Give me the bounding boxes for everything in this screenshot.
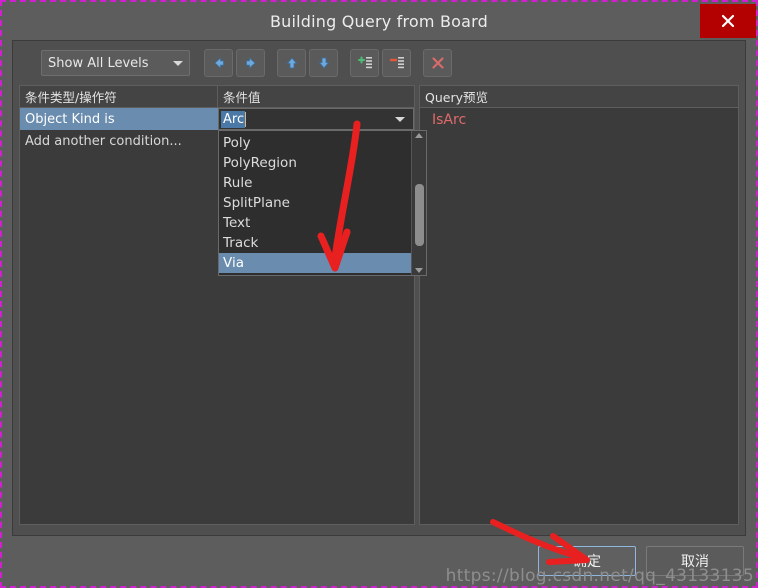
add-another-condition-cell[interactable]: Add another condition...	[20, 130, 218, 152]
list-item-selected[interactable]: Via	[219, 253, 411, 273]
scrollbar-thumb[interactable]	[414, 184, 424, 246]
arrow-right-icon	[245, 57, 256, 69]
dialog-window: Building Query from Board Show All Level…	[2, 2, 756, 586]
chevron-down-icon	[173, 60, 183, 66]
close-icon	[721, 14, 735, 28]
text-caret	[245, 111, 247, 127]
object-kind-value: Arc	[221, 110, 246, 128]
remove-list-icon	[389, 57, 404, 69]
level-filter-value: Show All Levels	[48, 55, 149, 71]
scrollbar-track[interactable]	[412, 138, 426, 268]
arrow-down-icon	[318, 57, 329, 69]
query-expression: IsArc	[432, 112, 467, 128]
panels-row: 条件类型/操作符 条件值 Object Kind is Arc Add anot…	[19, 85, 739, 525]
conditions-header: 条件类型/操作符 条件值	[20, 86, 414, 108]
level-filter-select[interactable]: Show All Levels	[41, 50, 190, 76]
query-preview-panel: Query预览 IsArc	[419, 85, 739, 525]
page-title: Building Query from Board	[269, 11, 489, 31]
object-kind-combo-input[interactable]: Arc	[218, 108, 414, 130]
add-condition-button[interactable]	[350, 49, 379, 77]
column-header-condition-value[interactable]: 条件值	[218, 86, 414, 107]
chevron-down-icon[interactable]	[395, 116, 405, 122]
footer: 确定 取消	[2, 536, 756, 586]
clear-all-button[interactable]	[423, 49, 452, 77]
arrow-left-icon	[213, 57, 224, 69]
move-down-button[interactable]	[309, 49, 338, 77]
toolbar: Show All Levels	[13, 41, 745, 85]
scroll-down-arrow-icon[interactable]	[415, 268, 423, 273]
move-right-button[interactable]	[236, 49, 265, 77]
list-item[interactable]: Track	[219, 233, 411, 253]
x-icon	[431, 57, 444, 69]
list-item[interactable]: Rule	[219, 173, 411, 193]
dialog-body: Show All Levels 条件类型/操作符 条件值 Object Kind…	[12, 40, 746, 536]
object-kind-dropdown[interactable]: Poly PolyRegion Rule SplitPlane Text Tra…	[218, 130, 427, 276]
ok-button[interactable]: 确定	[538, 546, 636, 576]
move-up-button[interactable]	[277, 49, 306, 77]
cancel-button[interactable]: 取消	[646, 546, 744, 576]
list-item[interactable]: PolyRegion	[219, 153, 411, 173]
close-button[interactable]	[700, 4, 756, 38]
dropdown-scrollbar[interactable]	[411, 131, 426, 275]
title-bar: Building Query from Board	[2, 2, 756, 40]
query-preview-body[interactable]: IsArc	[420, 108, 738, 524]
column-header-condition-type[interactable]: 条件类型/操作符	[20, 86, 218, 107]
column-header-query-preview[interactable]: Query预览	[420, 86, 738, 107]
list-item[interactable]: Text	[219, 213, 411, 233]
move-left-button[interactable]	[204, 49, 233, 77]
add-list-icon	[357, 56, 372, 69]
query-preview-header: Query预览	[420, 86, 738, 108]
conditions-panel: 条件类型/操作符 条件值 Object Kind is Arc Add anot…	[19, 85, 427, 525]
list-item[interactable]: Poly	[219, 133, 411, 153]
condition-type-cell[interactable]: Object Kind is	[20, 108, 218, 130]
arrow-up-icon	[286, 57, 297, 69]
list-item[interactable]: SplitPlane	[219, 193, 411, 213]
condition-value-cell[interactable]: Arc	[218, 108, 414, 130]
dropdown-list: Poly PolyRegion Rule SplitPlane Text Tra…	[219, 131, 411, 275]
table-row[interactable]: Object Kind is Arc	[20, 108, 414, 130]
remove-condition-button[interactable]	[382, 49, 411, 77]
